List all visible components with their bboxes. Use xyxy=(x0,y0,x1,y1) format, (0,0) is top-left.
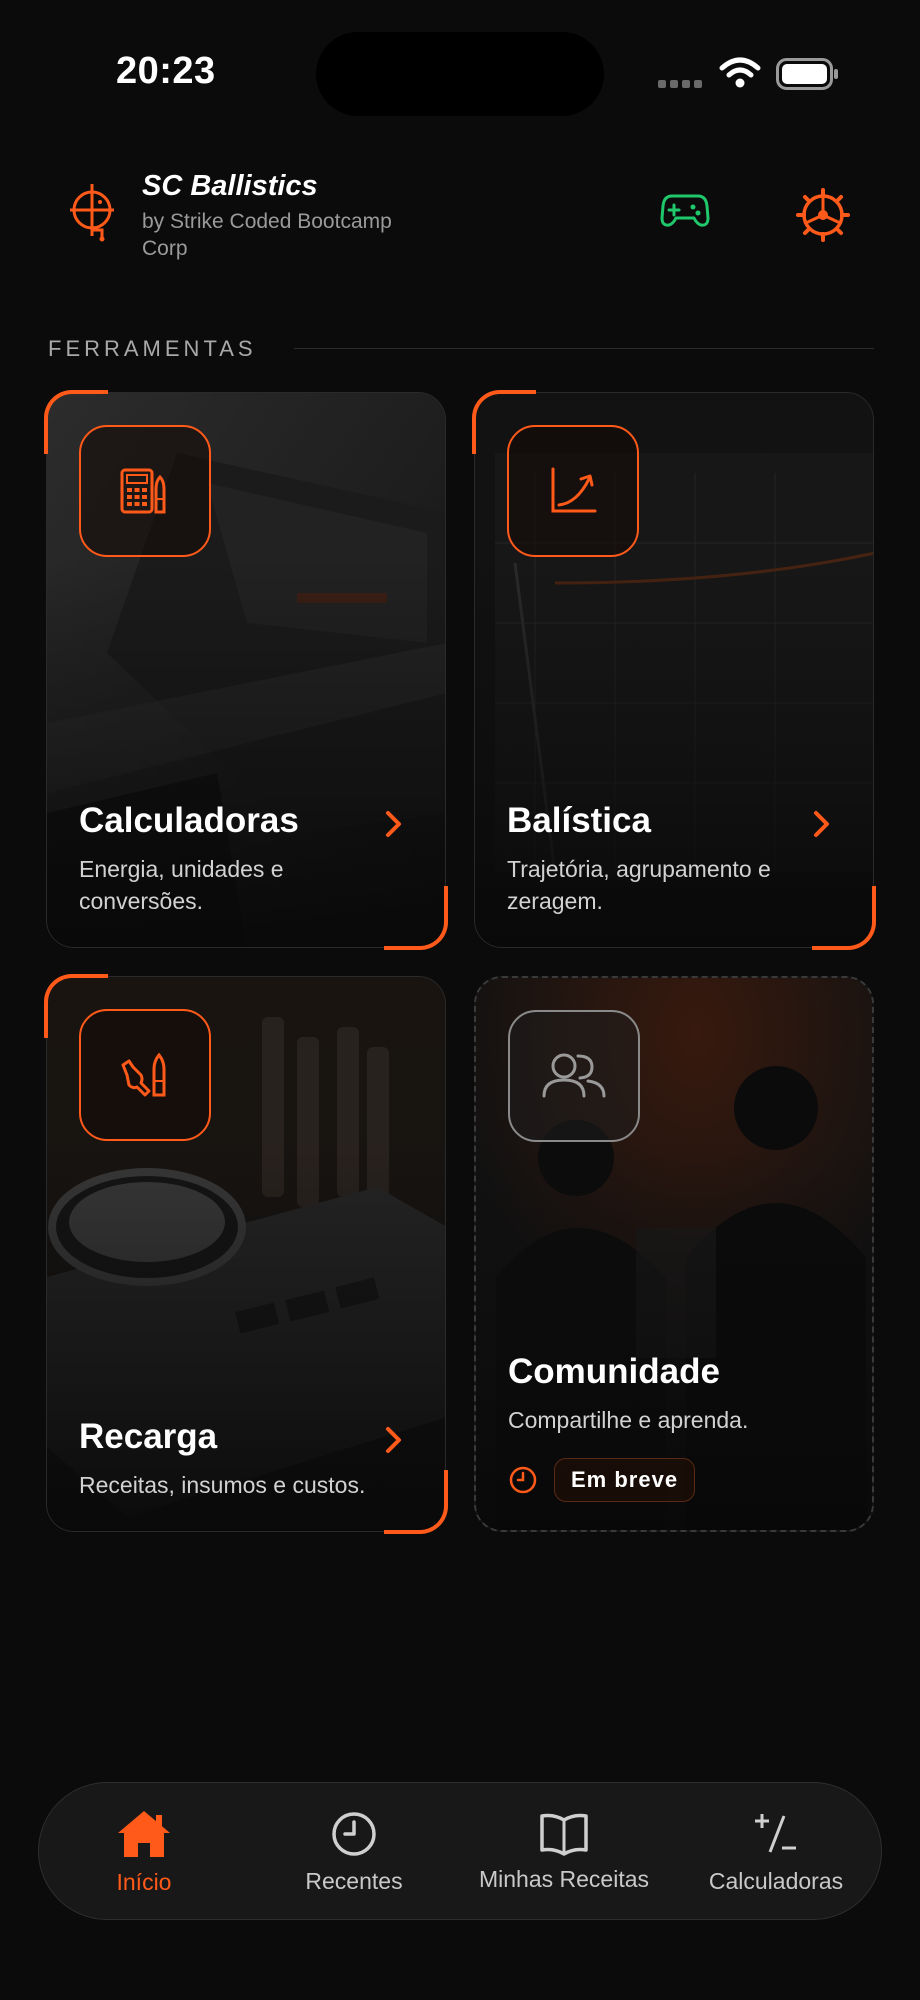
dynamic-island xyxy=(316,32,604,116)
card-calculadoras[interactable]: Calculadoras Energia, unidades e convers… xyxy=(46,392,446,948)
wifi-icon xyxy=(719,57,761,88)
card-recarga[interactable]: Recarga Receitas, insumos e custos. xyxy=(46,976,446,1532)
card-title: Comunidade xyxy=(508,1352,720,1391)
calculator-icon xyxy=(120,468,166,514)
tab-label: Minhas Receitas xyxy=(478,1865,650,1892)
section-title: FERRAMENTAS xyxy=(48,336,257,361)
reloading-icon-box xyxy=(79,1009,211,1141)
tab-minhas-receitas[interactable]: Minhas Receitas xyxy=(459,1783,669,1921)
coming-soon-badge: Em breve xyxy=(554,1458,696,1502)
coming-soon-row: Em breve xyxy=(508,1458,696,1502)
calculator-icon-box xyxy=(79,425,211,557)
gear-icon[interactable] xyxy=(796,188,850,242)
card-title: Balística xyxy=(507,801,651,840)
tab-label: Início xyxy=(116,1868,172,1895)
clock-icon xyxy=(509,1466,537,1494)
plus-minus-icon xyxy=(755,1813,796,1853)
card-description: Compartilhe e aprenda. xyxy=(508,1407,749,1433)
clock-icon xyxy=(332,1811,376,1856)
card-title: Recarga xyxy=(79,1417,218,1456)
crosshair-logo-icon xyxy=(70,184,114,242)
chevron-right-icon xyxy=(814,811,829,837)
trajectory-chart-icon xyxy=(551,467,597,513)
app-subtitle: by Strike Coded Bootcamp Corp xyxy=(142,210,392,260)
section-divider xyxy=(294,348,874,349)
chevron-right-icon xyxy=(386,811,401,837)
card-description: Receitas, insumos e custos. xyxy=(79,1472,366,1498)
reloading-tools-icon xyxy=(121,1052,166,1097)
bottom-tab-bar: Início Recentes Minhas Receitas Calculad… xyxy=(38,1782,882,1920)
tab-calculadoras[interactable]: Calculadoras xyxy=(671,1783,881,1921)
tab-label: Calculadoras xyxy=(708,1867,844,1894)
card-balistica[interactable]: Balística Trajetória, agrupamento e zera… xyxy=(474,392,874,948)
trajectory-icon-box xyxy=(507,425,639,557)
card-comunidade[interactable]: Comunidade Compartilhe e aprenda. Em bre… xyxy=(474,976,874,1532)
chevron-right-icon xyxy=(386,1427,401,1453)
community-icon xyxy=(542,1053,606,1098)
cellular-signal-icon xyxy=(658,80,702,88)
tab-recentes[interactable]: Recentes xyxy=(249,1783,459,1921)
card-description: Energia, unidades e conversões. xyxy=(79,856,284,914)
book-icon xyxy=(540,1813,588,1856)
community-icon-box xyxy=(508,1010,640,1142)
battery-icon xyxy=(776,58,838,90)
status-time: 20:23 xyxy=(116,50,216,92)
tab-inicio[interactable]: Início xyxy=(39,1783,249,1921)
home-icon xyxy=(118,1810,170,1857)
tab-label: Recentes xyxy=(305,1867,403,1894)
card-description: Trajetória, agrupamento e zeragem. xyxy=(507,856,771,914)
gamepad-icon[interactable] xyxy=(660,190,710,230)
app-title: SC Ballistics xyxy=(142,170,318,202)
card-title: Calculadoras xyxy=(79,801,299,840)
